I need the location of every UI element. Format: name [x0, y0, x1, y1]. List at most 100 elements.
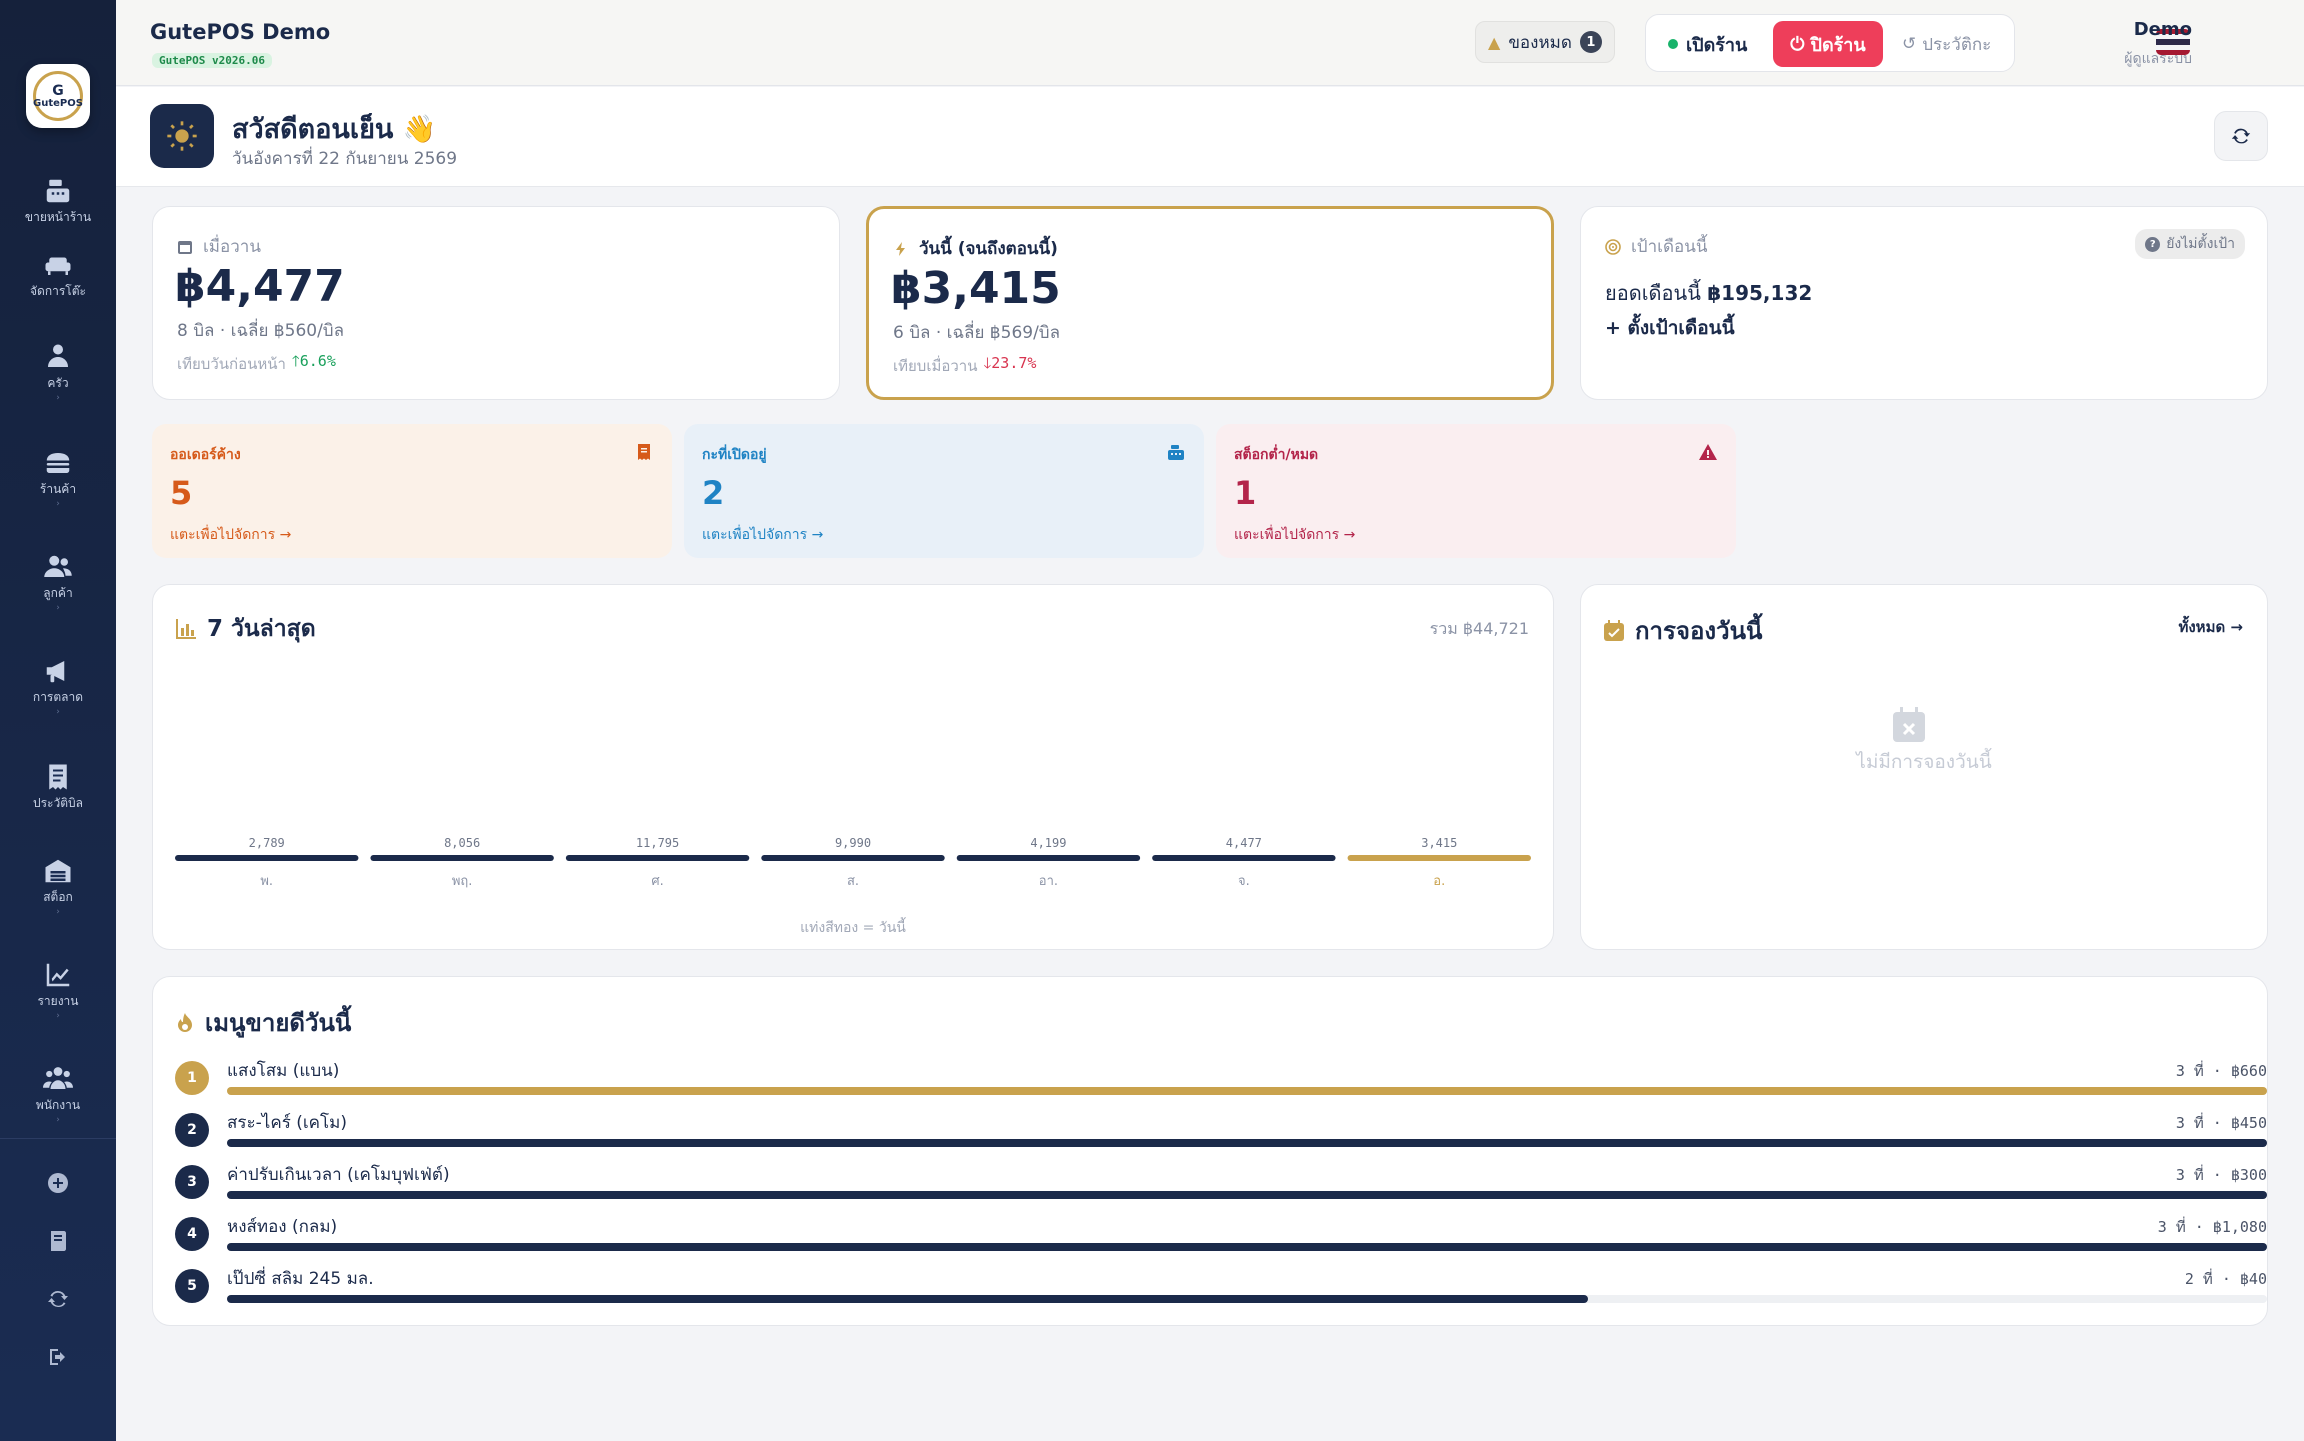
item-name: เป๊ปซี่ สลิม 245 มล. [227, 1269, 374, 1289]
yesterday-amount: ฿4,477 [175, 261, 345, 312]
open-shifts-card[interactable]: กะที่เปิดอยู่ 2 แตะเพื่อไปจัดการ → [684, 424, 1204, 558]
sidebar-item-tables[interactable]: จัดการโต๊ะ [0, 250, 116, 320]
month-sales-label: ยอดเดือนนี้ [1605, 281, 1701, 305]
month-sales: ยอดเดือนนี้ ฿195,132 [1605, 277, 1812, 309]
item-meta: 3 ที่ · ฿660 [2175, 1062, 2267, 1080]
sidebar-item-bill-history[interactable]: ประวัติบิล [0, 762, 116, 832]
view-all-bookings-link[interactable]: ทั้งหมด → [2178, 615, 2243, 639]
sidebar-item-kitchen[interactable]: ครัว › [0, 342, 116, 412]
yesterday-label: เมื่อวาน [203, 237, 261, 257]
progress-fill [227, 1139, 2267, 1147]
chart-line-icon [43, 960, 73, 990]
receipt-icon [638, 444, 650, 460]
target-card: เป้าเดือนนี้ ? ยังไม่ตั้งเป้า ยอดเดือนนี… [1580, 206, 2268, 400]
today-sub: 6 บิล · เฉลี่ย ฿569/บิล [893, 323, 1061, 343]
bar-value-label: 3,415 [1421, 836, 1457, 850]
pending-orders-link[interactable]: แตะเพื่อไปจัดการ → [170, 524, 291, 546]
logout-icon [50, 1349, 65, 1365]
sidebar-item-customers[interactable]: ลูกค้า › [0, 552, 116, 622]
category-tick-label: อ. [1433, 874, 1445, 889]
fire-icon [178, 1012, 192, 1032]
shift-history-label: ประวัติกะ [1922, 34, 1992, 55]
progress-track [227, 1191, 2267, 1199]
refresh-button[interactable] [2214, 111, 2268, 161]
category-tick-label: จ. [1238, 874, 1250, 889]
progress-fill [227, 1191, 2267, 1199]
sidebar-item-reports[interactable]: รายงาน › [0, 960, 116, 1030]
chevron-icon: › [56, 499, 60, 509]
shift-controls: เปิดร้าน ⏻ ปิดร้าน ↺ ประวัติกะ [1645, 14, 2015, 72]
target-label-row: เป้าเดือนนี้ [1605, 233, 1707, 260]
open-shop-button[interactable]: เปิดร้าน [1658, 23, 1757, 65]
bolt-icon [896, 241, 905, 256]
staff-icon [43, 1064, 73, 1094]
user-role: ผู้ดูแลระบบ [2124, 51, 2192, 67]
category-tick-label: ส. [847, 874, 859, 889]
chart-bar [761, 855, 945, 861]
out-of-stock-button[interactable]: ▲ ของหมด 1 [1475, 21, 1615, 63]
today-amount: ฿3,415 [891, 263, 1061, 314]
best-seller-row: 3 ค่าปรับเกินเวลา (เคโมบุฟเฟ่ต์) 3 ที่ · ฿… [175, 1159, 2267, 1211]
plus-circle-icon [48, 1173, 68, 1193]
logo-badge: G GutePOS [33, 71, 83, 121]
sidebar-item-label: ร้านค้า [39, 482, 77, 496]
logout-button[interactable] [43, 1342, 73, 1372]
calendar-check-icon [1604, 619, 1624, 641]
set-target-link[interactable]: + ตั้งเป้าเดือนนี้ [1605, 313, 1735, 343]
pending-orders-card[interactable]: ออเดอร์ค้าง 5 แตะเพื่อไปจัดการ → [152, 424, 672, 558]
greeting-bar: สวัสดีตอนเย็น 👋 วันอังคารที่ 22 กันยายน … [116, 87, 2304, 187]
history-icon: ↺ [1902, 34, 1917, 54]
rank-badge: 1 [175, 1061, 209, 1095]
chevron-icon: › [56, 1115, 60, 1125]
progress-fill [227, 1087, 2267, 1095]
close-shop-label: ปิดร้าน [1810, 34, 1866, 56]
progress-track [227, 1295, 2267, 1303]
sidebar-item-staff[interactable]: พนักงาน › [0, 1064, 116, 1134]
sidebar-item-pos[interactable]: ขายหน้าร้าน [0, 176, 116, 246]
progress-track [227, 1087, 2267, 1095]
logo-text: GutePOS [33, 97, 83, 109]
sync-button[interactable] [43, 1284, 73, 1314]
chart-footnote: แท่งสีทอง = วันนี้ [800, 920, 906, 936]
low-stock-card[interactable]: สต็อกต่ำ/หมด 1 แตะเพื่อไปจัดการ → [1216, 424, 1736, 558]
item-meta: 2 ที่ · ฿40 [2184, 1270, 2267, 1288]
open-shifts-link[interactable]: แตะเพื่อไปจัดการ → [702, 524, 823, 546]
low-stock-link[interactable]: แตะเพื่อไปจัดการ → [1234, 524, 1355, 546]
item-meta: 3 ที่ · ฿300 [2175, 1166, 2267, 1184]
item-name: หงส์ทอง (กลม) [227, 1217, 338, 1237]
close-shop-button[interactable]: ⏻ ปิดร้าน [1773, 21, 1883, 67]
rank-badge: 2 [175, 1113, 209, 1147]
power-icon: ⏻ [1790, 33, 1805, 55]
chevron-icon: › [56, 603, 60, 613]
app-logo[interactable]: G GutePOS [26, 64, 90, 128]
sidebar-item-store[interactable]: ร้านค้า › [0, 448, 116, 518]
progress-track [227, 1139, 2267, 1147]
no-target-badge: ? ยังไม่ตั้งเป้า [2135, 229, 2245, 259]
pending-orders-label: ออเดอร์ค้าง [170, 447, 241, 463]
chart-bar [175, 855, 359, 861]
progress-track [227, 1243, 2267, 1251]
sidebar-item-marketing[interactable]: การตลาด › [0, 656, 116, 726]
sun-icon [150, 104, 214, 168]
cash-register-icon [43, 176, 73, 206]
open-shifts-value: 2 [702, 474, 725, 512]
chevron-icon: › [56, 907, 60, 917]
sidebar-item-stock[interactable]: สต็อก › [0, 856, 116, 926]
open-shop-label: เปิดร้าน [1686, 34, 1748, 56]
progress-fill [227, 1295, 1588, 1303]
bar-value-label: 4,199 [1030, 836, 1066, 850]
compare-label: เทียบเมื่อวาน [893, 356, 978, 375]
month-sales-value: ฿195,132 [1707, 281, 1813, 305]
shift-history-button[interactable]: ↺ ประวัติกะ [1894, 23, 1999, 65]
booking-empty-text: ไม่มีการจองวันนี้ [1856, 751, 1992, 773]
bar-value-label: 2,789 [249, 836, 285, 850]
sidebar-item-label: พนักงาน [35, 1098, 81, 1112]
chart-bar [956, 855, 1141, 861]
add-button[interactable] [43, 1168, 73, 1198]
warning-icon: ▲ [1488, 32, 1501, 52]
category-tick-label: อา. [1039, 874, 1058, 889]
low-stock-label: สต็อกต่ำ/หมด [1234, 447, 1319, 463]
target-icon [1605, 238, 1621, 255]
sidebar-divider [0, 1138, 116, 1139]
manual-button[interactable] [43, 1226, 73, 1256]
